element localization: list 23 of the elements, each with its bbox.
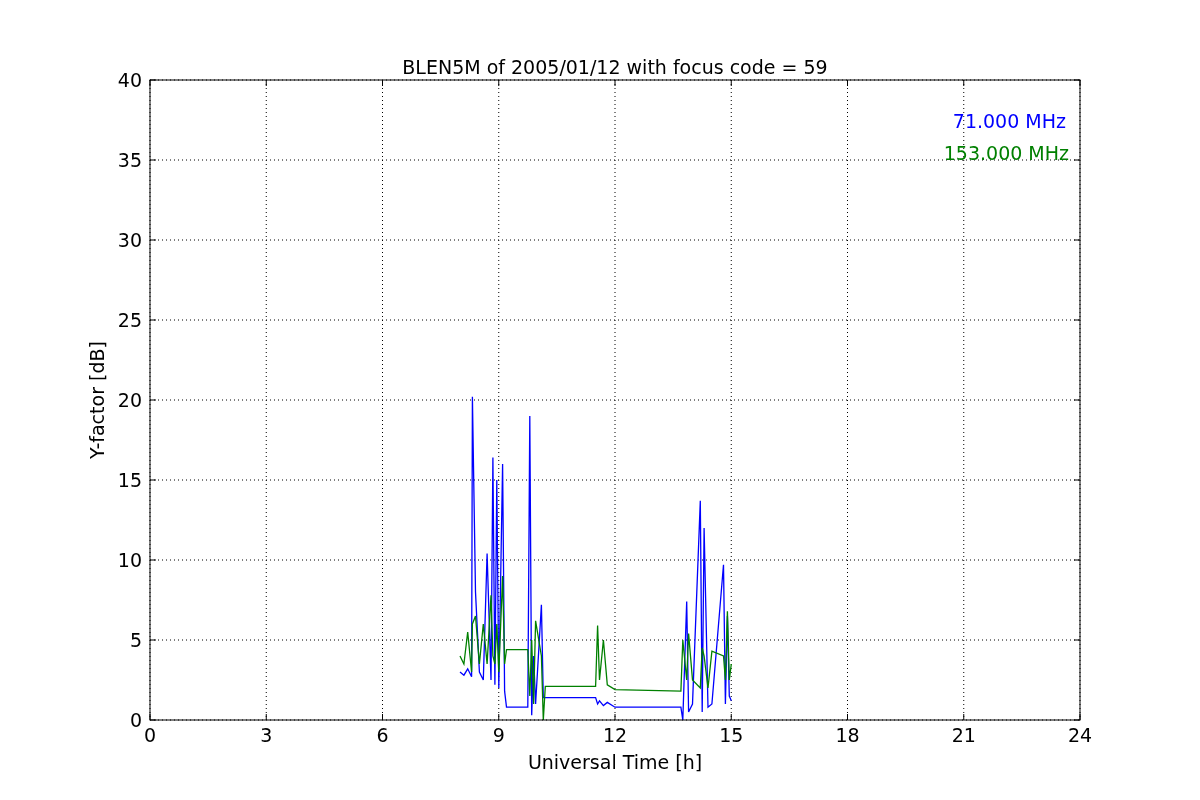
chart-title: BLEN5M of 2005/01/12 with focus code = 59 [402, 56, 828, 78]
tick-label: 15 [719, 724, 744, 746]
axis-label: Universal Time [h] [527, 751, 703, 773]
tick-label: 0 [129, 709, 142, 731]
legend-label: 71.000 MHz [952, 110, 1066, 132]
tick-label: 12 [602, 724, 628, 746]
tick-label: 30 [117, 229, 142, 251]
tick-label: 9 [492, 724, 505, 746]
tick-label: 18 [835, 724, 860, 746]
tick-label: 21 [951, 724, 976, 746]
tick-label: 24 [1067, 724, 1093, 746]
tick-label: 6 [376, 724, 389, 746]
tick-label: 40 [117, 69, 142, 91]
tick-label: 10 [117, 549, 142, 571]
tick-label: 5 [129, 629, 142, 651]
tick-label: 3 [260, 724, 273, 746]
tick-label: 15 [117, 469, 142, 491]
tick-label: 35 [117, 149, 142, 171]
tick-label: 25 [117, 309, 142, 331]
legend-label: 153.000 MHz [943, 142, 1069, 164]
tick-label: 0 [143, 724, 157, 746]
axis-label: Y-factor [dB] [86, 341, 108, 459]
tick-label: 20 [117, 389, 142, 411]
